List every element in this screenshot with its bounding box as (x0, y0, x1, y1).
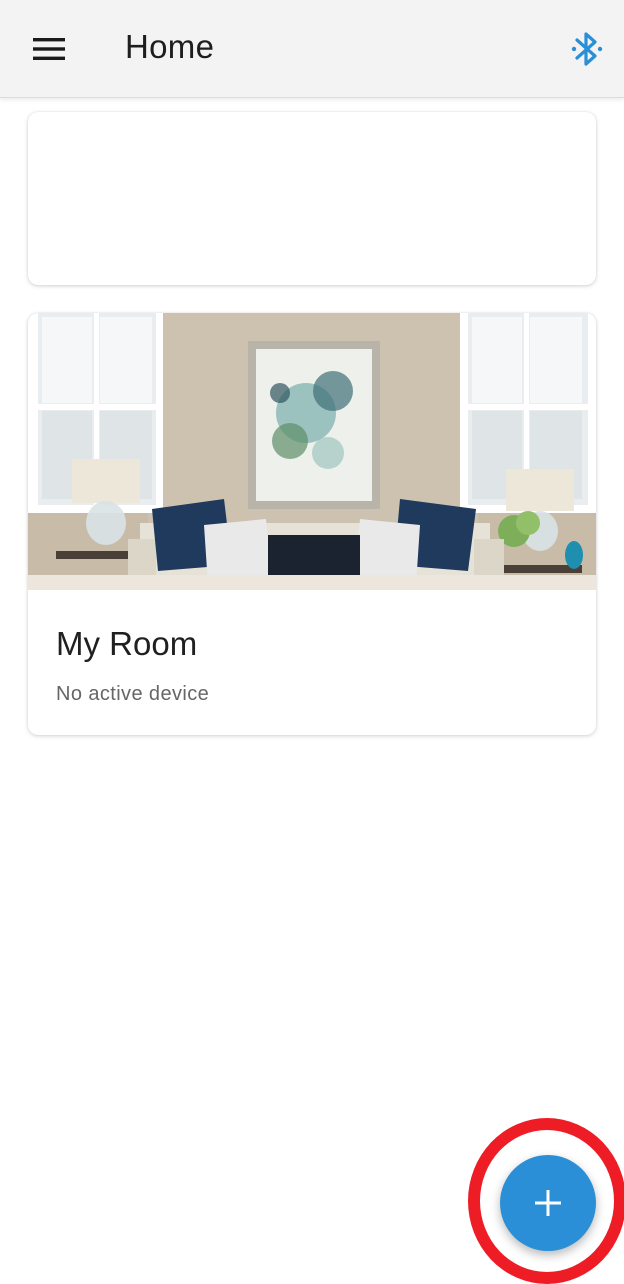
app-bar: Home (0, 0, 624, 98)
hamburger-menu-icon (33, 38, 65, 60)
menu-button[interactable] (20, 23, 78, 75)
living-room-photo (28, 313, 596, 590)
room-name: My Room (56, 625, 198, 662)
bluetooth-icon (571, 32, 603, 66)
room-status: No active device (56, 683, 210, 705)
add-room-button[interactable] (500, 1155, 596, 1251)
bluetooth-button[interactable] (564, 26, 610, 72)
page-title: Home (125, 28, 215, 65)
empty-card (28, 112, 596, 285)
plus-icon (535, 1190, 561, 1216)
room-card[interactable]: My Room No active device (28, 313, 596, 735)
